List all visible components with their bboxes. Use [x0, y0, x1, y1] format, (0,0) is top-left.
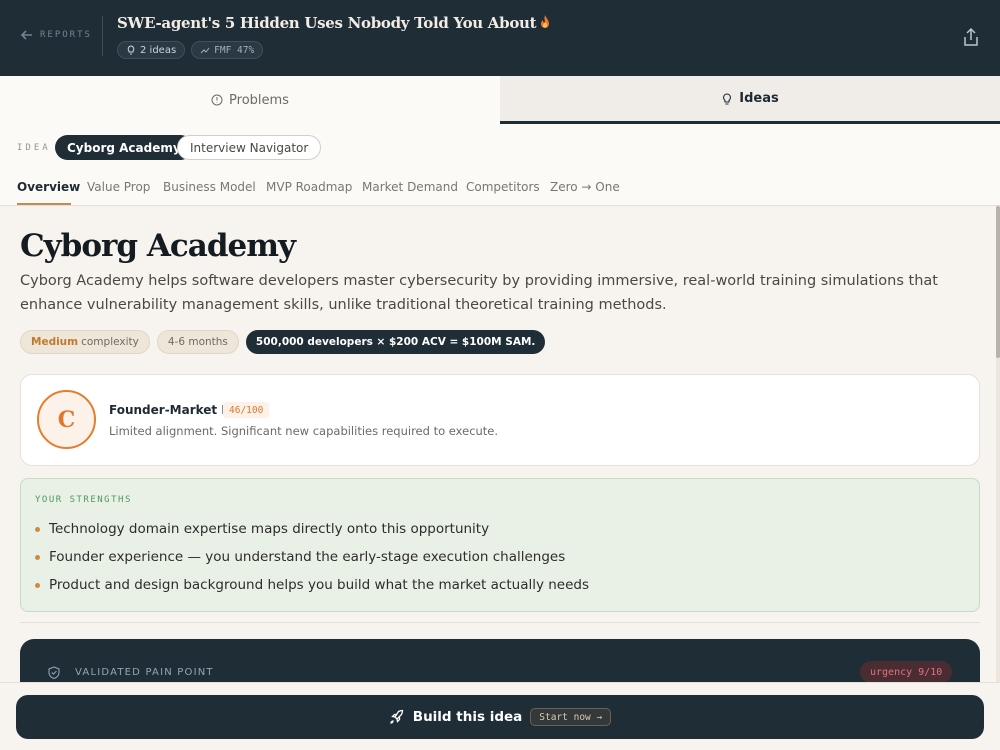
alert-circle-icon	[211, 94, 223, 106]
strength-text: Technology domain expertise maps directl…	[49, 521, 490, 537]
share-icon[interactable]	[962, 27, 980, 47]
main-tabs: Problems Ideas	[0, 76, 1000, 124]
strengths-label: YOUR STRENGTHS	[35, 495, 132, 505]
subtab-value-prop[interactable]: Value Prop	[87, 180, 150, 194]
sam-tag: 500,000 developers × $200 ACV = $100M SA…	[245, 330, 546, 354]
complexity-tag: Medium complexity	[20, 330, 150, 354]
fmf-score: 46/100	[223, 402, 270, 418]
overview-content: Cyborg Academy Cyborg Academy helps soft…	[0, 206, 1000, 750]
list-item: Product and design background helps you …	[35, 571, 589, 599]
fmf-grade-badge: C	[37, 390, 96, 449]
arrow-left-icon	[20, 30, 32, 40]
idea-pill-interview-navigator[interactable]: Interview Navigator	[177, 135, 322, 160]
list-item: Founder experience — you understand the …	[35, 543, 589, 571]
strength-text: Founder experience — you understand the …	[49, 549, 566, 565]
tab-ideas-label: Ideas	[739, 91, 779, 106]
fmf-title: Founder-Market Fit	[109, 403, 240, 417]
bullet-icon	[35, 554, 40, 560]
urgency-badge: urgency 9/10	[860, 661, 953, 683]
trend-up-icon	[200, 47, 210, 54]
fmf-chip: FMF 47%	[191, 41, 264, 59]
subtab-competitors[interactable]: Competitors	[466, 180, 540, 194]
duration-tag: 4-6 months	[156, 330, 239, 354]
tab-problems[interactable]: Problems	[0, 76, 500, 124]
back-to-reports-link[interactable]: REPORTS	[20, 28, 92, 42]
fmf-description: Limited alignment. Significant new capab…	[109, 424, 499, 438]
fmf-chip-label: FMF 47%	[214, 44, 255, 56]
ideas-count-chip: 2 ideas	[117, 41, 186, 59]
report-title: SWE-agent's 5 Hidden Uses Nobody Told Yo…	[117, 14, 550, 32]
cta-bar: Build this idea Start now →	[0, 682, 1000, 750]
shield-check-icon	[48, 666, 60, 679]
tab-ideas[interactable]: Ideas	[500, 76, 1000, 124]
idea-label: IDEA	[17, 143, 51, 153]
rocket-icon	[390, 709, 403, 724]
complexity-suffix: complexity	[81, 336, 139, 348]
idea-description: Cyborg Academy helps software developers…	[20, 273, 938, 313]
scrollbar-thumb[interactable]	[996, 206, 1000, 358]
subtab-zero-to-one[interactable]: Zero → One	[550, 180, 620, 194]
list-item: Technology domain expertise maps directl…	[35, 515, 589, 543]
subtab-business-model[interactable]: Business Model	[163, 180, 256, 194]
build-idea-button[interactable]: Build this idea Start now →	[16, 695, 984, 739]
back-label: REPORTS	[40, 30, 92, 40]
pain-point-label: VALIDATED PAIN POINT	[75, 667, 214, 678]
subtab-market-demand[interactable]: Market Demand	[362, 180, 458, 194]
build-idea-label: Build this idea	[412, 709, 523, 725]
tab-problems-label: Problems	[229, 92, 289, 108]
subtab-overview[interactable]: Overview	[17, 180, 80, 194]
strength-text: Product and design background helps you …	[49, 577, 590, 593]
section-divider	[20, 622, 980, 623]
bullet-icon	[35, 582, 40, 588]
fire-icon	[541, 15, 550, 28]
idea-bar: IDEA Cyborg Academy Interview Navigator …	[0, 124, 1000, 206]
header-divider	[102, 16, 103, 56]
active-subtab-indicator	[17, 203, 71, 205]
strengths-panel: YOUR STRENGTHS Technology domain experti…	[20, 478, 980, 612]
idea-title: Cyborg Academy	[20, 228, 296, 264]
start-now-chip: Start now →	[530, 708, 612, 726]
bullet-icon	[35, 526, 40, 532]
lightbulb-icon	[127, 45, 135, 55]
sub-tabs: Overview Value Prop Business Model MVP R…	[0, 174, 1000, 206]
lightbulb-icon	[723, 92, 732, 105]
subtab-mvp-roadmap[interactable]: MVP Roadmap	[266, 180, 352, 194]
ideas-count-label: 2 ideas	[140, 44, 177, 56]
founder-market-fit-card: C Founder-Market Fit 46/100 Limited alig…	[20, 374, 980, 466]
idea-pill-cyborg-academy[interactable]: Cyborg Academy	[55, 135, 193, 160]
strengths-list: Technology domain expertise maps directl…	[35, 515, 589, 599]
top-bar: REPORTS SWE-agent's 5 Hidden Uses Nobody…	[0, 0, 1000, 76]
complexity-level: Medium	[31, 336, 79, 348]
